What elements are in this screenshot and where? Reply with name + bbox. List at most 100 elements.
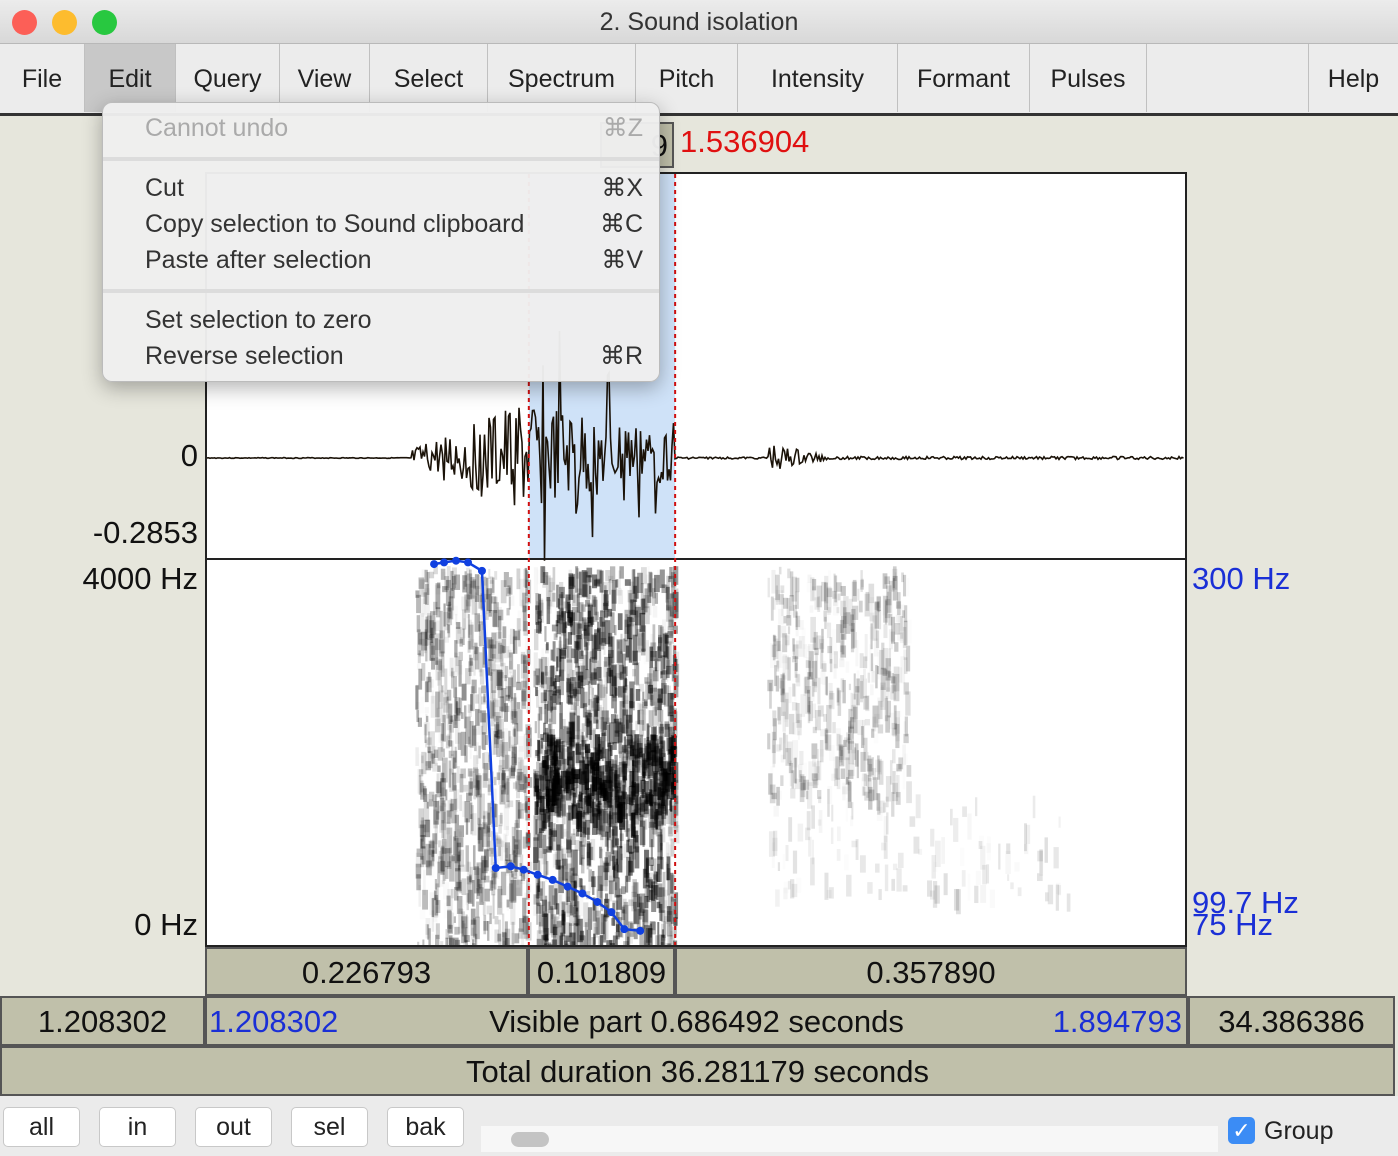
spectrogram-cell	[517, 664, 520, 684]
spectrogram-cell	[447, 689, 452, 701]
spectrogram-cell	[626, 839, 630, 853]
spectrogram-cell	[461, 878, 467, 896]
spectrogram-cell	[860, 726, 864, 749]
spectrogram-cell	[803, 677, 806, 696]
spectrogram-cell	[867, 882, 873, 894]
spectrogram-cell	[581, 774, 584, 784]
zoom-button[interactable]	[92, 10, 117, 35]
visible-part[interactable]: 1.208302 Visible part 0.686492 seconds 1…	[205, 996, 1188, 1046]
spectrogram-cell	[600, 913, 605, 935]
spectrogram-cell	[477, 817, 481, 844]
duration-after[interactable]: 0.357890	[675, 947, 1187, 996]
menu-formant[interactable]: Formant	[898, 44, 1030, 112]
spectrogram-cell	[619, 888, 622, 897]
spectrogram-cell	[578, 571, 582, 596]
spectrogram-cell	[827, 786, 832, 804]
spectrogram-cell	[775, 889, 780, 907]
menu-item-reverse[interactable]: Reverse selection ⌘R	[145, 338, 643, 374]
spectrogram-cell	[820, 643, 823, 669]
menu-item-cut[interactable]: Cut ⌘X	[145, 170, 643, 206]
spectrogram-cell	[1056, 883, 1061, 894]
zoom-back-button[interactable]: bak	[387, 1107, 464, 1147]
horizontal-scrollbar[interactable]	[481, 1126, 1218, 1152]
spectrogram-cell	[637, 710, 640, 725]
spectrogram-cell	[415, 747, 419, 766]
group-checkbox[interactable]: ✓	[1228, 1117, 1255, 1144]
spectrogram-cell	[859, 855, 866, 873]
spectrogram-cell	[546, 860, 549, 875]
minimize-button[interactable]	[52, 10, 77, 35]
spectrogram-cell	[503, 783, 507, 790]
spectrogram-cell	[516, 618, 521, 631]
zoom-in-button[interactable]: in	[99, 1107, 176, 1147]
spectrogram-cell	[774, 661, 778, 667]
spectrogram-cell	[440, 787, 446, 805]
spectrogram-cell	[546, 599, 551, 610]
spectrogram-cell	[421, 599, 424, 617]
spectrogram-cell	[581, 723, 585, 732]
spectrogram-cell	[857, 588, 860, 601]
duration-before[interactable]: 0.226793	[205, 947, 528, 996]
duration-selection[interactable]: 0.101809	[528, 947, 675, 996]
visible-label: Visible part 0.686492 seconds	[489, 1004, 904, 1039]
spectrogram-cell	[534, 808, 537, 820]
menu-pulses[interactable]: Pulses	[1030, 44, 1147, 112]
spectrogram-cell	[624, 699, 631, 709]
spectrogram-cell	[435, 848, 439, 863]
menu-intensity[interactable]: Intensity	[738, 44, 898, 112]
spectrogram-cell	[524, 776, 528, 783]
hidden-right[interactable]: 34.386386	[1188, 996, 1395, 1046]
spectrogram-cell	[659, 569, 665, 589]
pitch-point	[519, 865, 528, 874]
spectrogram-cell	[525, 569, 528, 596]
spectrogram-cell	[425, 707, 429, 713]
spectrogram-cell	[434, 879, 437, 890]
spectrogram-cell	[541, 737, 544, 749]
spectrogram-cell	[998, 843, 1001, 870]
spectrogram-cell	[836, 607, 840, 614]
spectrogram-cell	[550, 649, 554, 661]
spectrogram-cell	[931, 855, 936, 879]
spectrogram-cell	[425, 739, 428, 748]
spectrogram-cell	[627, 747, 633, 773]
spectrogram-cell	[440, 941, 444, 961]
spectrogram-cell	[485, 735, 488, 745]
spectrogram-cell	[833, 573, 836, 592]
pitch-point	[463, 558, 472, 567]
spectrogram-cell	[494, 788, 497, 801]
menu-item-copy[interactable]: Copy selection to Sound clipboard ⌘C	[145, 206, 643, 242]
spectrogram-cell	[615, 579, 619, 588]
total-duration[interactable]: Total duration 36.281179 seconds	[0, 1046, 1395, 1096]
spectrogram-cell	[861, 773, 867, 782]
menu-item-paste[interactable]: Paste after selection ⌘V	[145, 242, 643, 278]
spectrogram-cell	[515, 799, 520, 828]
spectrogram-cell	[453, 676, 457, 698]
spectrogram-cell	[560, 846, 563, 861]
menu-item-set-zero[interactable]: Set selection to zero	[145, 302, 643, 338]
spectrogram-cell	[499, 759, 505, 771]
zoom-sel-button[interactable]: sel	[291, 1107, 368, 1147]
hidden-left[interactable]: 1.208302	[0, 996, 205, 1046]
spectrogram-cell	[548, 836, 554, 850]
zoom-all-button[interactable]: all	[3, 1107, 80, 1147]
zoom-out-button[interactable]: out	[195, 1107, 272, 1147]
spectrogram-cell	[418, 668, 423, 690]
window-title: 2. Sound isolation	[599, 8, 799, 36]
spectrogram-cell	[451, 886, 453, 913]
scrollbar-thumb[interactable]	[511, 1132, 549, 1147]
spectrogram-cell	[478, 687, 482, 714]
spectrogram-cell	[814, 710, 821, 731]
menu-item-label: Cut	[145, 174, 184, 202]
menu-item-undo[interactable]: Cannot undo ⌘Z	[145, 110, 643, 146]
spectrogram-cell	[975, 797, 978, 817]
pitch-point	[607, 908, 616, 917]
pitch-top-label: 300 Hz	[1192, 561, 1291, 596]
spectrogram-cell	[782, 656, 788, 663]
spectrogram-cell	[903, 649, 907, 660]
menu-help[interactable]: Help	[1308, 44, 1398, 112]
spectrogram-cell	[646, 740, 651, 762]
spectrogram-cell	[632, 668, 636, 677]
menu-file[interactable]: File	[0, 44, 85, 112]
close-button[interactable]	[12, 10, 37, 35]
spectrogram-cell	[976, 871, 981, 885]
